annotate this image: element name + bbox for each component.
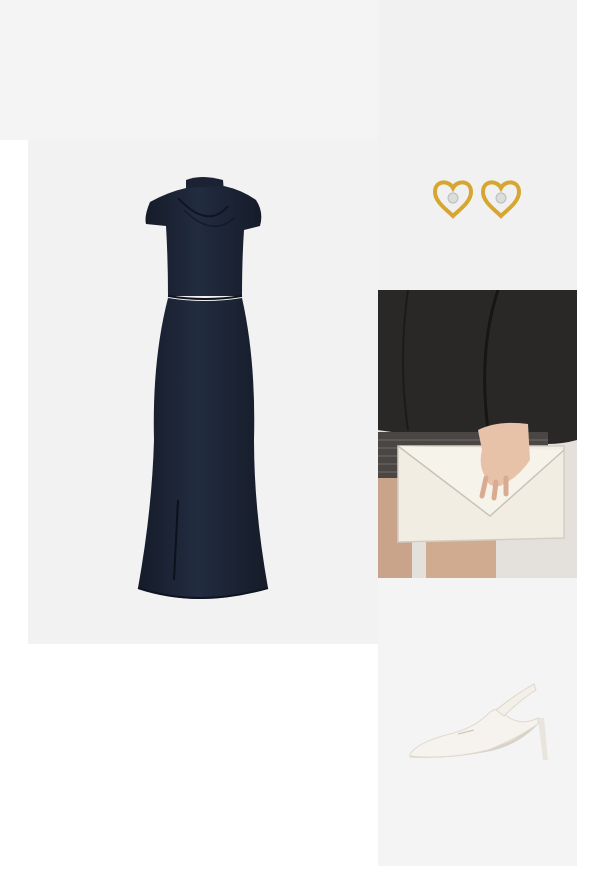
product-tile-earrings[interactable] (378, 0, 577, 290)
clutch-bag-icon (378, 290, 577, 578)
slingback-pump-icon (409, 683, 548, 760)
product-tile-dress[interactable] (28, 140, 378, 644)
heart-earrings-icon (432, 180, 522, 219)
empty-tile-top-left (0, 0, 378, 140)
dress-icon (137, 177, 269, 599)
right-margin (577, 0, 606, 875)
product-tile-clutch[interactable] (378, 290, 577, 578)
product-tile-shoe[interactable] (378, 578, 577, 866)
